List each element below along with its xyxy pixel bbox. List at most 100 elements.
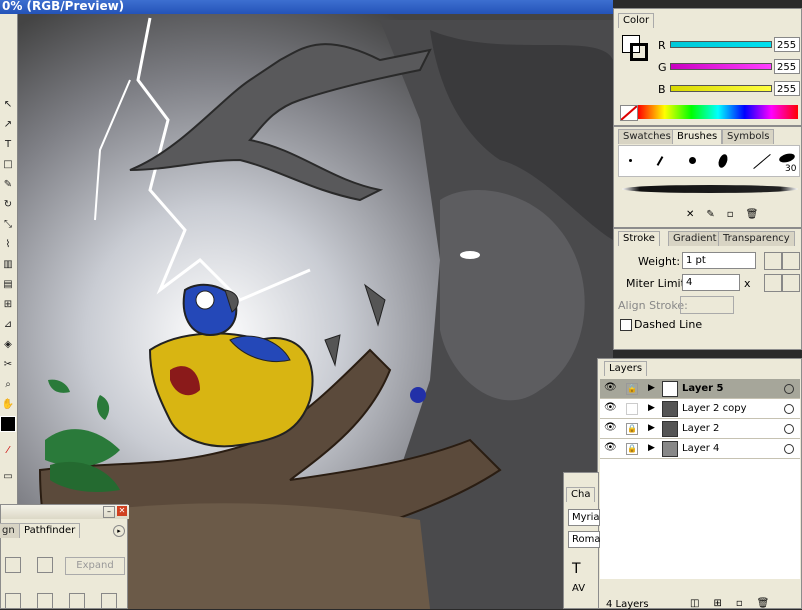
visibility-eye-icon[interactable]: 👁	[604, 403, 617, 413]
trim-icon[interactable]	[37, 593, 53, 609]
target-circle-icon[interactable]	[784, 424, 794, 434]
round-cap-icon[interactable]	[782, 252, 800, 270]
brush-line-5[interactable]	[753, 154, 771, 169]
graph-tool-icon[interactable]: ▥	[1, 258, 15, 272]
tab-align[interactable]: gn	[0, 523, 20, 538]
expand-arrow-icon[interactable]: ▶	[648, 383, 655, 393]
target-circle-icon[interactable]	[784, 404, 794, 414]
minimize-icon[interactable]: –	[103, 506, 115, 518]
lock-icon[interactable]: 🔒	[626, 423, 638, 435]
tab-character[interactable]: Cha	[566, 487, 596, 502]
panel-menu-icon[interactable]: ▸	[113, 525, 125, 537]
red-slider[interactable]	[670, 41, 772, 48]
screen-mode-icon[interactable]: ▭	[1, 470, 15, 484]
expand-button[interactable]: Expand	[65, 557, 125, 575]
blend-tool-icon[interactable]: ◈	[1, 338, 15, 352]
blue-value[interactable]: 255	[774, 81, 800, 96]
weight-select[interactable]: 1 pt	[682, 252, 756, 269]
selection-tool-icon[interactable]: ↖	[1, 98, 15, 112]
new-brush-icon[interactable]: ▫	[727, 209, 746, 220]
fill-color-swatch[interactable]	[0, 416, 16, 432]
tab-transparency[interactable]: Transparency	[718, 231, 795, 246]
visibility-eye-icon[interactable]: 👁	[604, 423, 617, 433]
tab-gradient[interactable]: Gradient	[668, 231, 722, 246]
warp-tool-icon[interactable]: ⌇	[1, 238, 15, 252]
merge-icon[interactable]	[69, 593, 85, 609]
crop-icon[interactable]	[101, 593, 117, 609]
brush-oval-4[interactable]	[716, 153, 730, 169]
round-join-icon[interactable]	[782, 274, 800, 292]
lock-icon[interactable]: 🔒	[626, 443, 638, 455]
layer-count: 4 Layers	[606, 599, 649, 610]
lock-icon[interactable]: 🔒	[626, 383, 638, 395]
remove-brush-stroke-icon[interactable]: ✕	[686, 209, 706, 220]
brush-options-icon[interactable]: ✎	[706, 209, 726, 220]
brush-dot-3[interactable]	[689, 157, 696, 164]
close-icon[interactable]: ✕	[117, 506, 127, 516]
layer-thumbnail	[662, 421, 678, 437]
gradient-tool-icon[interactable]: ▤	[1, 278, 15, 292]
transparency-tab-label: Transparency	[723, 233, 790, 244]
tab-layers[interactable]: Layers	[604, 361, 648, 376]
brush-panel-buttons: ✕✎▫🗑	[686, 209, 770, 220]
dashed-line-checkbox[interactable]	[620, 319, 632, 331]
rotate-tool-icon[interactable]: ↻	[1, 198, 15, 212]
tab-brushes[interactable]: Brushes	[672, 129, 723, 144]
layer-row-2[interactable]: 👁 ▶ Layer 2 copy	[600, 399, 800, 419]
zoom-tool-icon[interactable]: ⌕	[1, 378, 15, 392]
tab-color[interactable]: Color	[618, 13, 655, 28]
color-spectrum[interactable]	[638, 105, 798, 119]
layer-row-4[interactable]: 👁 🔒 ▶ Layer 4	[600, 439, 800, 459]
rectangle-tool-icon[interactable]: □	[1, 158, 15, 172]
butt-cap-icon[interactable]	[764, 252, 782, 270]
brush-line-2[interactable]	[656, 156, 664, 166]
blue-slider[interactable]	[670, 85, 772, 92]
art-brush-stroke[interactable]	[622, 185, 798, 193]
swatches-tab-label: Swatches	[623, 131, 671, 142]
expand-arrow-icon[interactable]: ▶	[648, 403, 655, 413]
target-circle-icon[interactable]	[784, 384, 794, 394]
green-slider[interactable]	[670, 63, 772, 70]
hand-tool-icon[interactable]: ✋	[1, 398, 15, 412]
tab-symbols[interactable]: Symbols	[722, 129, 775, 144]
stroke-swatch[interactable]	[630, 43, 648, 61]
brush-oval-6[interactable]	[778, 152, 796, 164]
expand-arrow-icon[interactable]: ▶	[648, 443, 655, 453]
brush-dot-1[interactable]	[629, 159, 632, 162]
make-clipping-mask-icon[interactable]: ◫	[690, 598, 713, 609]
new-layer-icon[interactable]: ▫	[736, 598, 757, 609]
scale-tool-icon[interactable]: ⤡	[1, 218, 15, 232]
mesh-tool-icon[interactable]: ⊞	[1, 298, 15, 312]
new-sublayer-icon[interactable]: ⊞	[713, 598, 735, 609]
tab-stroke[interactable]: Stroke	[618, 231, 660, 246]
tab-swatches[interactable]: Swatches	[618, 129, 676, 144]
eyedropper-tool-icon[interactable]: ⊿	[1, 318, 15, 332]
delete-brush-icon[interactable]: 🗑	[746, 209, 771, 220]
font-style-input[interactable]: Roma	[568, 531, 601, 548]
minus-front-icon[interactable]	[37, 557, 53, 573]
pencil-tool-icon[interactable]: ✎	[1, 178, 15, 192]
none-swatch-icon[interactable]	[620, 105, 638, 121]
font-family-input[interactable]: Myria	[568, 509, 600, 526]
align-stroke-buttons[interactable]	[680, 296, 734, 314]
unite-icon[interactable]	[5, 557, 21, 573]
layers-footer-buttons: ◫⊞▫🗑	[690, 598, 783, 609]
type-tool-icon[interactable]: T	[1, 138, 15, 152]
scissors-tool-icon[interactable]: ✂	[1, 358, 15, 372]
lock-empty-icon[interactable]	[626, 403, 638, 415]
miter-limit-input[interactable]: 4	[682, 274, 740, 291]
target-circle-icon[interactable]	[784, 444, 794, 454]
delete-layer-icon[interactable]: 🗑	[757, 598, 784, 609]
red-value[interactable]: 255	[774, 37, 800, 52]
green-value[interactable]: 255	[774, 59, 800, 74]
expand-arrow-icon[interactable]: ▶	[648, 423, 655, 433]
visibility-eye-icon[interactable]: 👁	[604, 443, 617, 453]
visibility-eye-icon[interactable]: 👁	[604, 383, 617, 393]
layer-row-3[interactable]: 👁 🔒 ▶ Layer 2	[600, 419, 800, 439]
layer-row-1[interactable]: 👁 🔒 ▶ Layer 5	[600, 379, 800, 399]
none-color-icon[interactable]: ⁄	[1, 444, 15, 458]
divide-icon[interactable]	[5, 593, 21, 609]
miter-join-icon[interactable]	[764, 274, 782, 292]
tab-pathfinder[interactable]: Pathfinder	[19, 523, 81, 538]
direct-selection-tool-icon[interactable]: ↗	[1, 118, 15, 132]
